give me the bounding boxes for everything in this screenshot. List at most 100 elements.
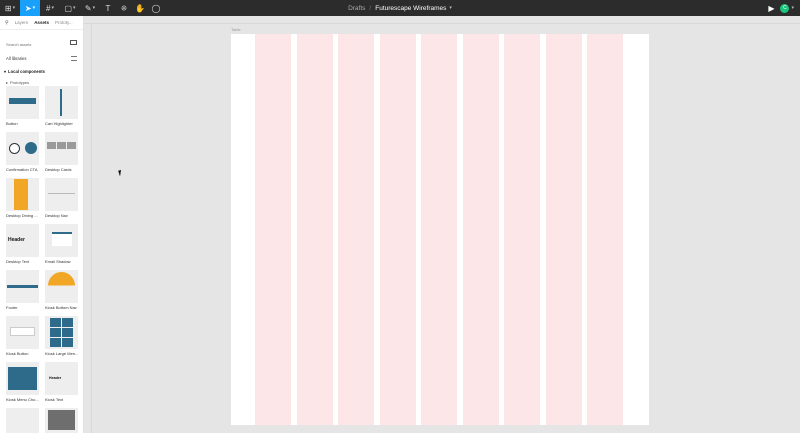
component-label: Button xyxy=(6,121,18,126)
component-footer[interactable]: Footer xyxy=(6,270,39,316)
thumbnail-text: Header xyxy=(8,237,25,243)
chevron-down-icon: ▾ xyxy=(4,68,7,74)
component-kiosk-bottom-nav[interactable]: Kiosk Bottom Nav xyxy=(45,270,78,316)
all-libraries-label: All libraries xyxy=(6,56,27,61)
component-blank[interactable] xyxy=(6,408,39,433)
local-components-header[interactable]: ▾ Local components xyxy=(0,65,83,77)
component-thumbnail xyxy=(6,86,39,119)
chevron-down-icon: ▾ xyxy=(12,5,16,11)
toolbar-right: ▶ C ▾ xyxy=(768,0,794,16)
hand-tool-button[interactable]: ✋ xyxy=(132,0,148,16)
top-ruler xyxy=(84,16,800,24)
component-desktop-text[interactable]: Header Desktop Text xyxy=(6,224,39,270)
component-kiosk-large-menu[interactable]: Kiosk Large Men... xyxy=(45,316,78,362)
panel-tabs: ⚲ Layers Assets Prototy... xyxy=(0,16,83,30)
component-desktop-nav[interactable]: Desktop Nav xyxy=(45,178,78,224)
component-thumbnail xyxy=(6,362,39,395)
chevron-down-icon[interactable]: ▾ xyxy=(791,5,794,11)
layout-grid-column xyxy=(421,34,457,425)
left-ruler xyxy=(84,24,92,433)
shape-tool-button[interactable]: ▢ ▾ xyxy=(60,0,80,16)
component-email-shadow[interactable]: Email Shadow xyxy=(45,224,78,270)
play-icon: ▶ xyxy=(768,3,775,13)
tab-prototype[interactable]: Prototy... xyxy=(55,20,73,25)
component-thumbnail xyxy=(6,408,39,433)
component-label: Email Shadow xyxy=(45,259,71,264)
comment-tool-button[interactable]: ◯ xyxy=(148,0,164,16)
component-label: Desktop Nav xyxy=(45,213,68,218)
pen-tool-button[interactable]: ✎ ▾ xyxy=(80,0,100,16)
layout-grid-column xyxy=(504,34,540,425)
component-label: Desktop Dining ... xyxy=(6,213,38,218)
frame-tool-button[interactable]: # ▾ xyxy=(40,0,60,16)
thumbnail-text: Header xyxy=(49,376,62,380)
breadcrumb-drafts[interactable]: Drafts xyxy=(348,5,365,12)
component-thumbnail xyxy=(45,86,78,119)
main-menu-button[interactable]: ⊞ ▾ xyxy=(0,0,20,16)
main-menu-icon: ⊞ xyxy=(4,3,12,13)
component-thumbnail xyxy=(45,408,78,433)
local-components-label: Local components xyxy=(8,68,46,74)
component-thumbnail xyxy=(6,132,39,165)
chevron-down-icon: ▾ xyxy=(51,5,54,11)
resources-tool-icon: ⁜ xyxy=(120,3,128,13)
component-thumbnail xyxy=(45,270,78,303)
component-desktop-cards[interactable]: Desktop Cards xyxy=(45,132,78,178)
component-thumbnail xyxy=(45,224,78,257)
search-icon[interactable]: ⚲ xyxy=(5,20,9,26)
component-label: Kiosk Large Men... xyxy=(45,351,78,356)
component-kiosk-menu-choice[interactable]: Kiosk Menu Cho... xyxy=(6,362,39,408)
prototypes-label: Prototypes xyxy=(10,80,30,85)
hand-tool-icon: ✋ xyxy=(135,3,145,13)
component-photo[interactable] xyxy=(45,408,78,433)
move-tool-button[interactable]: ➤ ▾ xyxy=(20,0,40,16)
component-confirmation-cta[interactable]: Confirmation CTA xyxy=(6,132,39,178)
component-thumbnail: Header xyxy=(45,362,78,395)
canvas-frame[interactable] xyxy=(231,34,649,425)
layout-grid-column xyxy=(255,34,291,425)
component-button[interactable]: Button xyxy=(6,86,39,132)
component-label: Cart Highlighter xyxy=(45,121,73,126)
layout-grid-column xyxy=(587,34,623,425)
asset-search xyxy=(0,36,83,52)
pen-tool-icon: ✎ xyxy=(84,3,92,13)
component-cart-highlighter[interactable]: Cart Highlighter xyxy=(45,86,78,132)
component-label: Desktop Text xyxy=(6,259,30,264)
component-label: Kiosk Menu Cho... xyxy=(6,397,39,402)
comment-tool-icon: ◯ xyxy=(151,3,161,13)
library-book-icon[interactable] xyxy=(70,40,77,45)
avatar[interactable]: C xyxy=(780,3,790,13)
file-name[interactable]: Futurescape Wireframes xyxy=(375,5,446,12)
component-thumbnail xyxy=(45,132,78,165)
component-thumbnail xyxy=(6,270,39,303)
component-kiosk-button[interactable]: Kiosk Button xyxy=(6,316,39,362)
list-view-icon[interactable] xyxy=(71,56,77,61)
resources-tool-button[interactable]: ⁜ xyxy=(116,0,132,16)
assets-panel: ⚲ Layers Assets Prototy... All libraries… xyxy=(0,16,84,433)
component-label: Desktop Cards xyxy=(45,167,72,172)
present-button[interactable]: ▶ xyxy=(768,4,774,13)
component-thumbnail: Header xyxy=(6,224,39,257)
search-input[interactable] xyxy=(6,41,61,47)
mouse-cursor xyxy=(118,169,124,177)
component-kiosk-text[interactable]: Header Kiosk Text xyxy=(45,362,78,408)
component-label: Confirmation CTA xyxy=(6,167,38,172)
tab-assets[interactable]: Assets xyxy=(34,20,49,25)
layout-grid-column xyxy=(545,34,582,425)
chevron-right-icon: ▸ xyxy=(6,80,9,85)
text-tool-button[interactable]: T xyxy=(100,0,116,16)
component-desktop-dining[interactable]: Desktop Dining ... xyxy=(6,178,39,224)
layout-grid-column xyxy=(462,34,499,425)
component-label: Kiosk Button xyxy=(6,351,29,356)
chevron-down-icon: ▾ xyxy=(92,5,96,11)
text-tool-icon: T xyxy=(105,3,111,13)
chevron-down-icon[interactable]: ▾ xyxy=(449,5,452,11)
frame-label[interactable]: Table xyxy=(231,27,241,32)
move-tool-icon: ➤ xyxy=(24,3,32,13)
tab-layers[interactable]: Layers xyxy=(15,20,29,25)
all-libraries-row[interactable]: All libraries xyxy=(0,52,83,65)
component-thumbnail xyxy=(6,316,39,349)
layout-grid-column xyxy=(379,34,416,425)
layout-grid-column xyxy=(296,34,333,425)
component-label: Footer xyxy=(6,305,18,310)
